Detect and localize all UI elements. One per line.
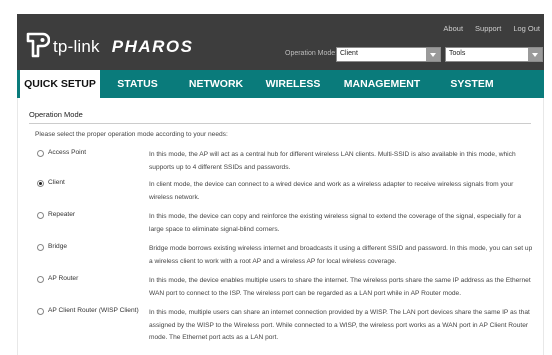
option-label[interactable]: Client: [48, 179, 65, 186]
tab-status[interactable]: STATUS: [100, 70, 175, 98]
chevron-down-icon[interactable]: [528, 48, 542, 61]
brand-name: tp-link: [53, 36, 100, 56]
top-links: About Support Log Out: [443, 24, 540, 33]
option-description: In this mode, multiple users can share a…: [149, 309, 530, 342]
option-label[interactable]: Repeater: [48, 211, 75, 218]
option-label[interactable]: AP Client Router (WISP Client): [48, 307, 139, 314]
option-description: In this mode, the device enables multipl…: [149, 277, 531, 297]
intro-text: Please select the proper operation mode …: [35, 131, 228, 138]
radio-repeater[interactable]: [37, 212, 44, 219]
option-description: Bridge mode borrows existing wireless in…: [149, 245, 533, 265]
radio-ap-router[interactable]: [37, 276, 44, 283]
main-nav: QUICK SETUP STATUS NETWORK WIRELESS MANA…: [17, 70, 544, 98]
product-name: PHAROS: [111, 36, 194, 56]
operation-mode-label: Operation Mode:: [285, 50, 338, 57]
option-description: In this mode, the device can copy and re…: [149, 213, 522, 233]
radio-bridge[interactable]: [37, 244, 44, 251]
header-bar: tp-link PHAROS About Support Log Out Ope…: [17, 14, 544, 70]
tools-value: Tools: [449, 50, 466, 57]
main-content: Operation Mode Please select the proper …: [17, 98, 544, 355]
logout-link[interactable]: Log Out: [513, 24, 540, 33]
operation-mode-select[interactable]: Client: [336, 47, 441, 62]
tab-system[interactable]: SYSTEM: [435, 70, 509, 98]
radio-ap-client-router[interactable]: [37, 308, 44, 315]
radio-client[interactable]: [37, 180, 44, 187]
option-label[interactable]: Access Point: [48, 149, 86, 156]
section-divider: [29, 123, 531, 124]
tab-network[interactable]: NETWORK: [175, 70, 257, 98]
about-link[interactable]: About: [443, 24, 463, 33]
tp-link-logo-icon: [26, 32, 50, 58]
option-label[interactable]: Bridge: [48, 243, 67, 250]
section-title: Operation Mode: [29, 110, 83, 119]
option-label[interactable]: AP Router: [48, 275, 78, 282]
tab-management[interactable]: MANAGEMENT: [329, 70, 435, 98]
tools-select[interactable]: Tools: [445, 47, 543, 62]
option-description: In this mode, the AP will act as a centr…: [149, 151, 516, 171]
operation-mode-value: Client: [340, 50, 358, 57]
option-description: In client mode, the device can connect t…: [149, 181, 514, 201]
chevron-down-icon[interactable]: [426, 48, 440, 61]
tab-wireless[interactable]: WIRELESS: [257, 70, 329, 98]
tp-link-logo: tp-link PHAROS: [26, 32, 193, 58]
support-link[interactable]: Support: [475, 24, 501, 33]
radio-access-point[interactable]: [37, 150, 44, 157]
router-admin-page: tp-link PHAROS About Support Log Out Ope…: [0, 0, 552, 355]
tab-quick-setup[interactable]: QUICK SETUP: [20, 70, 100, 98]
